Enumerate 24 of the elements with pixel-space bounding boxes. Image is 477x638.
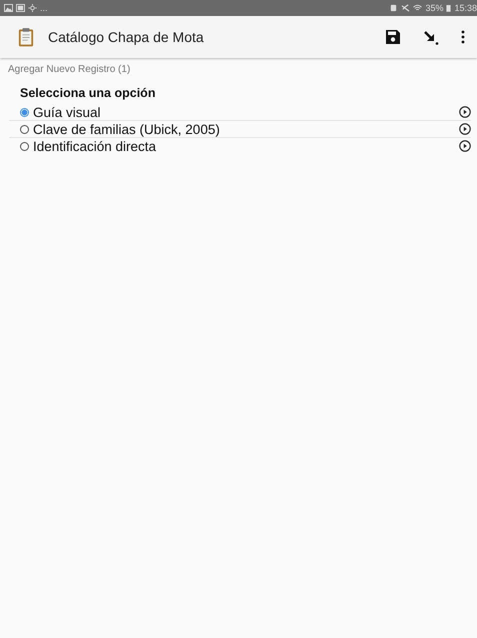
radio-button[interactable] xyxy=(20,124,29,134)
sun-icon xyxy=(28,4,37,12)
play-circle-icon[interactable] xyxy=(459,140,471,152)
form-subtitle: Agregar Nuevo Registro (1) xyxy=(8,64,132,75)
menu-icon xyxy=(461,29,465,45)
radio-button[interactable] xyxy=(20,142,29,150)
play-circle-icon[interactable] xyxy=(459,123,471,135)
gallery-icon xyxy=(16,4,25,12)
play-circle-icon[interactable] xyxy=(459,106,471,118)
question-label: Selecciona una opción xyxy=(20,86,156,100)
app-title: Catálogo Chapa de Mota xyxy=(48,29,205,45)
status-text: ... xyxy=(40,3,48,13)
clipboard-icon xyxy=(18,26,34,48)
battery-text: 35% xyxy=(425,3,444,13)
arrow-icon xyxy=(423,29,439,45)
option-label[interactable]: Clave de familias (Ubick, 2005) xyxy=(33,122,459,136)
battery-icon xyxy=(446,4,452,12)
clock-text: 15:38 xyxy=(454,3,477,13)
option-label[interactable]: Guía visual xyxy=(33,104,459,120)
image-icon xyxy=(4,4,13,12)
option-label[interactable]: Identificación directa xyxy=(33,138,459,154)
radio-button[interactable] xyxy=(20,108,29,116)
wifi-icon xyxy=(413,4,422,12)
mute-icon xyxy=(401,4,410,12)
